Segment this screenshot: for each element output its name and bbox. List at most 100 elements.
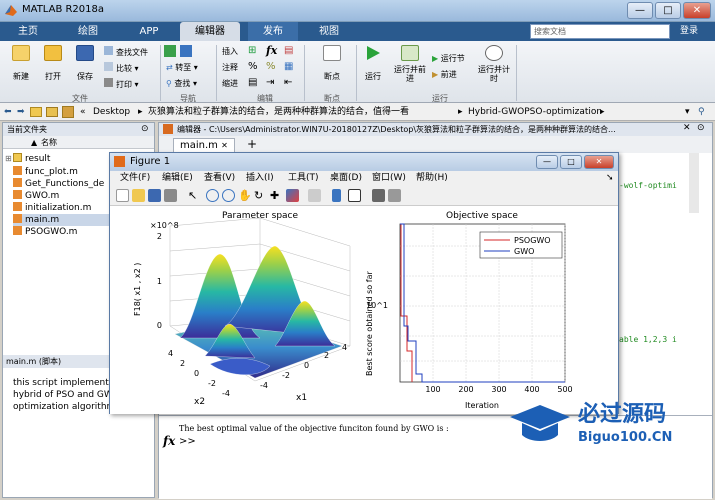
colorbar-icon[interactable] [332, 189, 341, 202]
indent-button[interactable]: 缩进 [222, 78, 238, 89]
pan-hand-icon[interactable]: ✋ [238, 189, 252, 202]
zoom-out-icon[interactable] [222, 189, 235, 202]
search-folder-icon[interactable]: ⚲ [698, 103, 705, 121]
panel-menu-icon[interactable]: ⊙ [141, 124, 149, 134]
save-figure-icon[interactable] [148, 189, 161, 202]
menu-file[interactable]: 文件(F) [120, 171, 150, 186]
browse-folder-icon[interactable] [46, 107, 58, 117]
editor-tab-main[interactable]: main.m ✕ [173, 138, 235, 153]
menu-dock-icon[interactable]: ➘ [606, 171, 614, 186]
menu-edit[interactable]: 编辑(E) [162, 171, 193, 186]
search-documentation-input[interactable]: 搜索文档 [530, 24, 670, 39]
tab-close-icon[interactable]: ✕ [221, 141, 228, 150]
insert-menu-icon[interactable]: ▤ [284, 45, 293, 56]
menu-help[interactable]: 帮助(H) [416, 171, 448, 186]
menu-window[interactable]: 窗口(W) [372, 171, 406, 186]
tab-plots[interactable]: 绘图 [66, 22, 110, 41]
goto-button[interactable]: ⇄ 转至 ▾ [166, 62, 198, 73]
list-item-func-plot[interactable]: func_plot.m [13, 166, 78, 178]
up-folder-icon[interactable] [30, 107, 42, 117]
x-tick: -2 [282, 371, 290, 380]
breadcrumb-folder[interactable]: 灰狼算法和粒子群算法的结合，是两种种群算法的结合，值得一看 [148, 103, 409, 121]
list-item-initialization[interactable]: initialization.m [13, 202, 91, 214]
data-cursor-icon[interactable]: ✚ [270, 189, 283, 202]
uncomment-icon[interactable]: % [266, 61, 276, 72]
run-section-button[interactable]: ▶ 运行节 [432, 53, 465, 64]
run-and-time-button[interactable]: 运行并计时 [478, 45, 510, 83]
find-files-button[interactable]: 查找文件 [104, 46, 148, 58]
folder-open-icon [44, 45, 62, 61]
save-button[interactable]: 保存 [70, 45, 100, 82]
open-button[interactable]: 打开 [38, 45, 68, 82]
x-tick: 200 [458, 385, 473, 394]
nav-back-icon[interactable] [164, 45, 176, 57]
panel-header: 当前文件夹 [3, 123, 154, 136]
indent-decrease-icon[interactable]: ⇤ [284, 77, 292, 88]
tab-view[interactable]: 视图 [306, 22, 352, 41]
editor-scrollbar[interactable] [689, 153, 699, 213]
command-prompt[interactable]: >> [179, 436, 196, 447]
y-tick: 0 [194, 369, 199, 378]
print-figure-icon[interactable] [164, 189, 177, 202]
tab-home[interactable]: 主页 [6, 22, 50, 41]
wrap-comment-icon[interactable]: ▦ [284, 61, 293, 72]
function-fx-icon[interactable]: fx [266, 44, 277, 57]
legend-icon[interactable] [348, 189, 361, 202]
close-button[interactable]: ✕ [683, 2, 711, 19]
list-item-psogwo[interactable]: PSOGWO.m [13, 226, 77, 238]
rotate-3d-icon[interactable]: ↻ [254, 189, 267, 202]
hide-tools-icon[interactable] [372, 189, 385, 202]
menu-desktop[interactable]: 桌面(D) [330, 171, 362, 186]
select-arrow-icon[interactable]: ↖ [188, 189, 201, 202]
nav-forward-icon[interactable] [180, 45, 192, 57]
breadcrumb-separator: ▸ [600, 107, 605, 117]
add-tab-button[interactable]: + [247, 137, 257, 151]
run-advance-button[interactable]: 运行并前进 [394, 45, 426, 83]
breadcrumb-desktop[interactable]: Desktop [93, 103, 130, 121]
editor-menu-icon[interactable]: ⊙ [697, 123, 705, 133]
compare-button[interactable]: 比较 ▾ [104, 62, 139, 74]
link-plot-icon[interactable] [308, 189, 321, 202]
find-button[interactable]: ⚲ 查找 ▾ [166, 78, 197, 89]
figure-minimize-button[interactable]: — [536, 155, 558, 169]
forward-arrow-icon[interactable]: ➡ [17, 103, 25, 121]
print-button[interactable]: 打印 ▾ [104, 78, 139, 90]
insert-button[interactable]: 插入 [222, 46, 238, 57]
figure-close-button[interactable]: ✕ [584, 155, 614, 169]
list-item-result[interactable]: ⊞ result [5, 153, 50, 165]
open-file-icon[interactable] [132, 189, 145, 202]
advance-button[interactable]: ▶ 前进 [432, 69, 457, 80]
address-dropdown-icon[interactable]: ▾ [685, 103, 690, 121]
list-item-gwo[interactable]: GWO.m [13, 190, 59, 202]
zoom-in-icon[interactable] [206, 189, 219, 202]
minimize-button[interactable]: — [627, 2, 653, 19]
comment-percent-icon[interactable]: % [248, 61, 258, 72]
smart-indent-icon[interactable]: ▤ [248, 77, 257, 88]
insert-section-icon[interactable]: ⊞ [248, 45, 256, 56]
breakpoints-button[interactable]: 断点 [312, 45, 352, 82]
figure-maximize-button[interactable]: □ [560, 155, 582, 169]
tab-publish[interactable]: 发布 [248, 22, 298, 41]
comment-button[interactable]: 注释 [222, 62, 238, 73]
indent-increase-icon[interactable]: ⇥ [266, 77, 274, 88]
brush-icon[interactable] [286, 189, 299, 202]
matlab-figure-icon [114, 156, 125, 167]
new-button[interactable]: 新建 [6, 45, 36, 82]
menu-tools[interactable]: 工具(T) [288, 171, 319, 186]
run-button[interactable]: 运行 [360, 45, 386, 82]
menu-insert[interactable]: 插入(I) [246, 171, 274, 186]
fx-icon[interactable]: fx [163, 434, 175, 448]
list-item-get-functions[interactable]: Get_Functions_de [13, 178, 104, 190]
new-figure-icon[interactable] [116, 189, 129, 202]
editor-close-icon[interactable]: ✕ [683, 123, 691, 133]
show-tools-icon[interactable] [388, 189, 401, 202]
tab-editor[interactable]: 编辑器 [180, 22, 240, 41]
login-button[interactable]: 登录 [680, 24, 698, 39]
breadcrumb-project[interactable]: Hybrid-GWOPSO-optimization [468, 103, 602, 121]
tab-apps[interactable]: APP [124, 22, 174, 41]
matlab-logo-icon [4, 3, 18, 17]
back-arrow-icon[interactable]: ⬅ [4, 103, 12, 121]
maximize-button[interactable]: □ [655, 2, 681, 19]
column-name[interactable]: 名称 [41, 136, 57, 149]
menu-view[interactable]: 查看(V) [204, 171, 235, 186]
